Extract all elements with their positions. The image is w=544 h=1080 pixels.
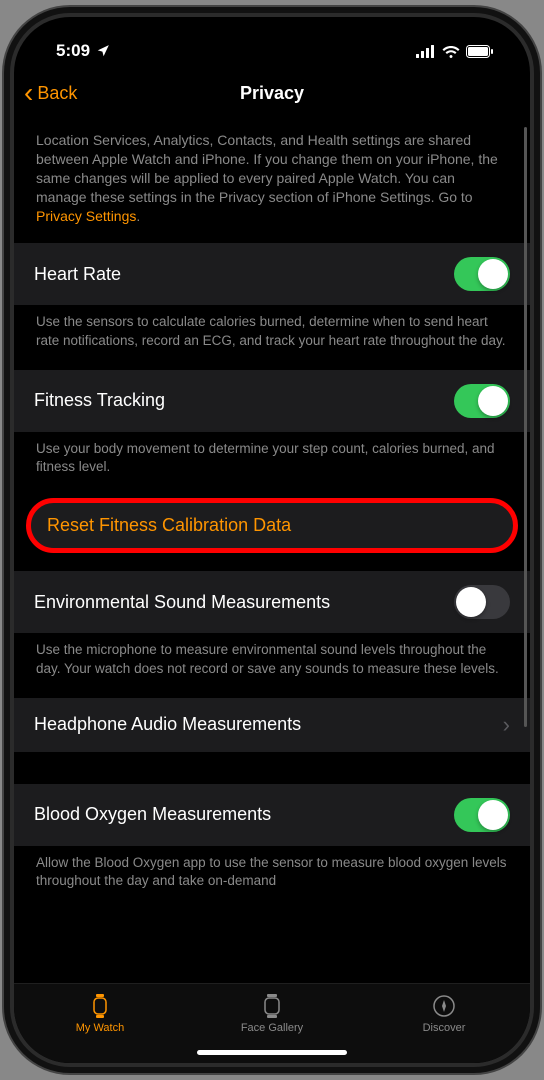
fitness-tracking-toggle[interactable] bbox=[454, 384, 510, 418]
fitness-tracking-footer: Use your body movement to determine your… bbox=[14, 432, 530, 496]
tab-face-gallery-label: Face Gallery bbox=[241, 1022, 303, 1034]
tab-face-gallery[interactable]: Face Gallery bbox=[187, 992, 357, 1034]
privacy-description: Location Services, Analytics, Contacts, … bbox=[14, 117, 530, 243]
wifi-icon bbox=[442, 45, 460, 58]
location-arrow-icon bbox=[96, 44, 110, 58]
fitness-tracking-cell[interactable]: Fitness Tracking bbox=[14, 370, 530, 432]
reset-fitness-calibration-label: Reset Fitness Calibration Data bbox=[47, 515, 291, 536]
back-button[interactable]: ‹ Back bbox=[24, 79, 77, 107]
status-time: 5:09 bbox=[56, 41, 90, 61]
gallery-icon bbox=[261, 992, 283, 1020]
notch bbox=[167, 17, 377, 49]
fitness-tracking-label: Fitness Tracking bbox=[34, 390, 165, 411]
tab-discover-label: Discover bbox=[423, 1022, 466, 1034]
tab-my-watch[interactable]: My Watch bbox=[15, 992, 185, 1034]
chevron-right-icon: › bbox=[503, 712, 510, 738]
settings-scroll-view[interactable]: Location Services, Analytics, Contacts, … bbox=[14, 117, 530, 983]
blood-oxygen-cell[interactable]: Blood Oxygen Measurements bbox=[14, 784, 530, 846]
blood-oxygen-toggle[interactable] bbox=[454, 798, 510, 832]
reset-fitness-calibration-cell[interactable]: Reset Fitness Calibration Data bbox=[26, 498, 518, 553]
heart-rate-toggle[interactable] bbox=[454, 257, 510, 291]
back-label: Back bbox=[37, 83, 77, 104]
compass-icon bbox=[432, 992, 456, 1020]
tab-my-watch-label: My Watch bbox=[76, 1022, 125, 1034]
blood-oxygen-label: Blood Oxygen Measurements bbox=[34, 804, 271, 825]
headphone-audio-cell[interactable]: Headphone Audio Measurements › bbox=[14, 698, 530, 752]
heart-rate-cell[interactable]: Heart Rate bbox=[14, 243, 530, 305]
chevron-left-icon: ‹ bbox=[24, 79, 33, 107]
phone-frame: 5:09 ‹ Back Privacy Location Service bbox=[10, 13, 534, 1067]
environmental-sound-footer: Use the microphone to measure environmen… bbox=[14, 633, 530, 697]
scroll-indicator[interactable] bbox=[524, 127, 527, 727]
headphone-audio-label: Headphone Audio Measurements bbox=[34, 714, 301, 735]
environmental-sound-cell[interactable]: Environmental Sound Measurements bbox=[14, 571, 530, 633]
environmental-sound-toggle[interactable] bbox=[454, 585, 510, 619]
nav-bar: ‹ Back Privacy bbox=[14, 69, 530, 117]
home-indicator[interactable] bbox=[197, 1050, 347, 1055]
heart-rate-footer: Use the sensors to calculate calories bu… bbox=[14, 305, 530, 369]
blood-oxygen-footer: Allow the Blood Oxygen app to use the se… bbox=[14, 846, 530, 910]
environmental-sound-label: Environmental Sound Measurements bbox=[34, 592, 330, 613]
page-title: Privacy bbox=[240, 83, 304, 104]
watch-icon bbox=[89, 992, 111, 1020]
heart-rate-label: Heart Rate bbox=[34, 264, 121, 285]
tab-bar: My Watch Face Gallery Discover bbox=[14, 983, 530, 1063]
tab-discover[interactable]: Discover bbox=[359, 992, 529, 1034]
cellular-icon bbox=[416, 45, 436, 58]
privacy-settings-link[interactable]: Privacy Settings bbox=[36, 208, 136, 224]
battery-icon bbox=[466, 45, 494, 58]
